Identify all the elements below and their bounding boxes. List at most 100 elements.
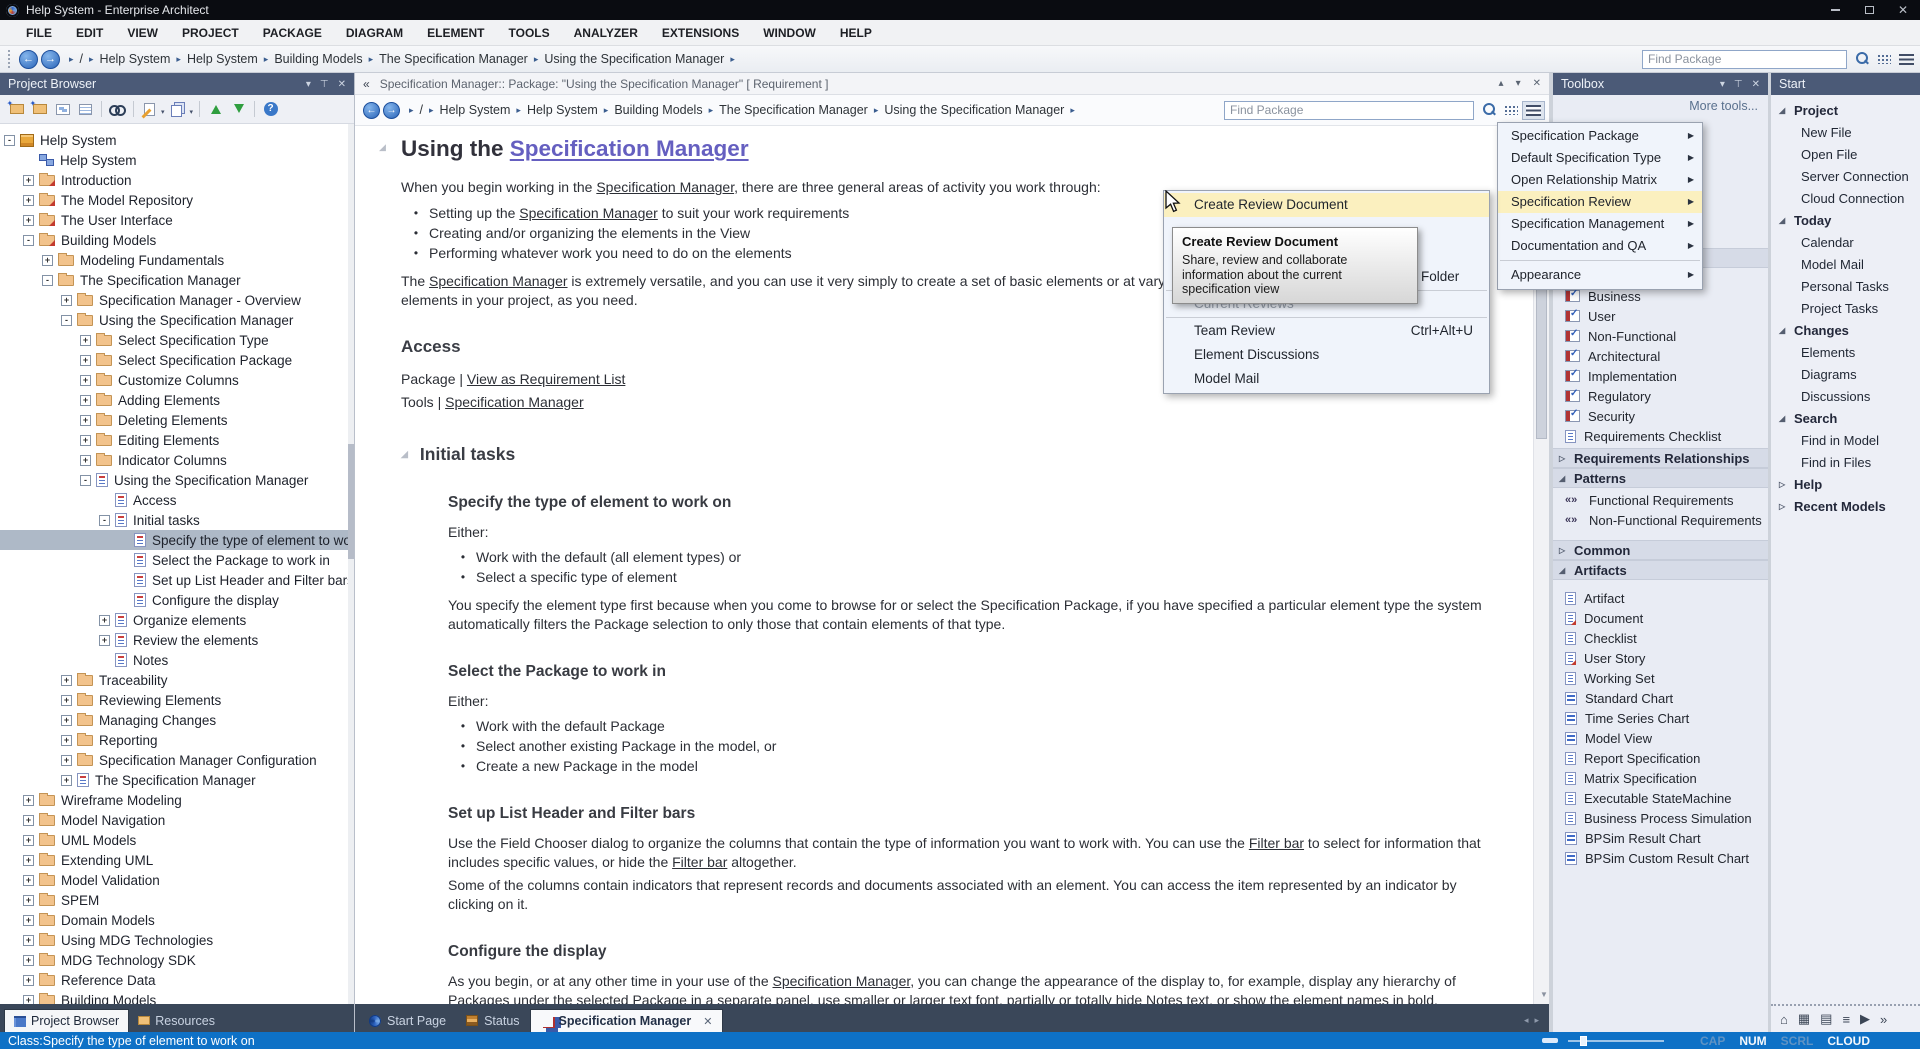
back-button[interactable]: ← — [19, 50, 38, 69]
chevron-down-icon[interactable]: ▾ — [190, 108, 194, 116]
start-item-cloud-connection[interactable]: Cloud Connection — [1771, 187, 1920, 209]
hamburger-menu-icon[interactable] — [1526, 105, 1541, 116]
collapse-caret-icon[interactable]: ◢ — [401, 449, 408, 459]
menu-help[interactable]: HELP — [828, 20, 884, 46]
expand-icon[interactable]: + — [23, 975, 34, 986]
breadcrumb-item-the-specification-manager[interactable]: The Specification Manager — [719, 103, 868, 117]
panel-close-icon[interactable]: ✕ — [1752, 79, 1760, 90]
collapse-caret-icon[interactable]: ◢ — [379, 142, 386, 153]
tab-start-page[interactable]: Start Page — [359, 1009, 456, 1032]
tree-item-managing-changes[interactable]: +Managing Changes — [0, 710, 354, 730]
expand-icon[interactable]: + — [23, 935, 34, 946]
forward-button[interactable]: → — [41, 50, 60, 69]
tree-item-indicator-columns[interactable]: +Indicator Columns — [0, 450, 354, 470]
move-up-icon[interactable] — [204, 99, 227, 120]
tree-item-traceability[interactable]: +Traceability — [0, 670, 354, 690]
tree-item-the-specification-manager[interactable]: +The Specification Manager — [0, 770, 354, 790]
new-diagram-icon[interactable] — [51, 99, 74, 120]
tree-item-the-specification-manager[interactable]: -The Specification Manager — [0, 270, 354, 290]
tree-item-building-models[interactable]: -Building Models — [0, 230, 354, 250]
toolbox-item-time-series-chart[interactable]: Time Series Chart — [1553, 708, 1768, 728]
start-section-recent-models[interactable]: ▷Recent Models — [1771, 495, 1920, 517]
expand-icon[interactable]: + — [61, 295, 72, 306]
expand-icon[interactable]: + — [23, 195, 34, 206]
toolbox-item-bpsim-custom-result-chart[interactable]: BPSim Custom Result Chart — [1553, 848, 1768, 868]
expand-icon[interactable]: + — [61, 775, 72, 786]
toolbox-item-model-view[interactable]: Model View — [1553, 728, 1768, 748]
start-section-help[interactable]: ▷Help — [1771, 473, 1920, 495]
tree-item-reference-data[interactable]: +Reference Data — [0, 970, 354, 990]
expand-icon[interactable]: + — [80, 375, 91, 386]
menu-edit[interactable]: EDIT — [64, 20, 115, 46]
toolbox-section-requirements-relationships[interactable]: ▷Requirements Relationships — [1553, 448, 1768, 468]
doc-link[interactable]: Specification Manager — [445, 394, 584, 410]
expand-icon[interactable]: + — [61, 715, 72, 726]
find-in-project-browser-icon[interactable] — [106, 99, 129, 120]
start-item-find-in-files[interactable]: Find in Files — [1771, 451, 1920, 473]
expand-icon[interactable]: + — [80, 435, 91, 446]
menu-item-specification-management[interactable]: Specification Management▶ — [1498, 213, 1702, 235]
breadcrumb-item-building-models[interactable]: Building Models — [274, 52, 362, 66]
tree-item-mdg-technology-sdk[interactable]: +MDG Technology SDK — [0, 950, 354, 970]
move-down-icon[interactable] — [227, 99, 250, 120]
expand-icon[interactable]: + — [61, 735, 72, 746]
toolbox-item-report-specification[interactable]: Report Specification — [1553, 748, 1768, 768]
project-browser-scrollbar[interactable] — [348, 124, 354, 1004]
toolbox-item-requirements-checklist[interactable]: Requirements Checklist — [1553, 426, 1768, 446]
start-item-open-file[interactable]: Open File — [1771, 143, 1920, 165]
toolbox-item-implementation[interactable]: Implementation — [1553, 366, 1768, 386]
toolbox-item-user-story[interactable]: User Story — [1553, 648, 1768, 668]
expand-icon[interactable]: + — [23, 955, 34, 966]
tree-item-introduction[interactable]: +Introduction — [0, 170, 354, 190]
expand-icon[interactable]: + — [23, 175, 34, 186]
tree-item-specification-manager-configuration[interactable]: +Specification Manager Configuration — [0, 750, 354, 770]
toolbox-item-non-functional-requirements[interactable]: «»Non-Functional Requirements — [1553, 510, 1768, 530]
start-item-server-connection[interactable]: Server Connection — [1771, 165, 1920, 187]
expand-icon[interactable]: + — [99, 615, 110, 626]
toolbox-item-checklist[interactable]: Checklist — [1553, 628, 1768, 648]
tree-item-using-mdg-technologies[interactable]: +Using MDG Technologies — [0, 930, 354, 950]
panel-close-icon[interactable]: ✕ — [338, 79, 346, 90]
toolbox-item-document[interactable]: Document — [1553, 608, 1768, 628]
collapse-icon[interactable]: - — [61, 315, 72, 326]
panel-menu-icon[interactable]: ▾ — [1720, 79, 1725, 90]
list-options-icon[interactable] — [1504, 105, 1518, 115]
breadcrumb-item-help-system[interactable]: Help System — [187, 52, 258, 66]
breadcrumb-item-help-system[interactable]: Help System — [440, 103, 511, 117]
expand-icon[interactable]: + — [80, 395, 91, 406]
tree-item-reporting[interactable]: +Reporting — [0, 730, 354, 750]
toolbox-section-patterns[interactable]: ◢Patterns — [1553, 468, 1768, 488]
toolbox-item-user[interactable]: User — [1553, 306, 1768, 326]
menu-item-element-discussions[interactable]: Element Discussions — [1164, 343, 1489, 367]
expand-icon[interactable]: + — [23, 855, 34, 866]
tree-item-review-the-elements[interactable]: +Review the elements — [0, 630, 354, 650]
menu-extensions[interactable]: EXTENSIONS — [650, 20, 751, 46]
doc-link[interactable]: Specification Manager — [429, 273, 568, 289]
menu-item-specification-review[interactable]: Specification Review▶ — [1498, 191, 1702, 213]
start-section-today[interactable]: ◢Today — [1771, 209, 1920, 231]
tree-item-notes[interactable]: Notes — [0, 650, 354, 670]
toolbox-item-artifact[interactable]: Artifact — [1553, 588, 1768, 608]
breadcrumb-root[interactable]: / — [420, 103, 423, 117]
collapse-icon[interactable]: - — [4, 135, 15, 146]
expand-icon[interactable]: + — [23, 835, 34, 846]
tree-item-the-model-repository[interactable]: +The Model Repository — [0, 190, 354, 210]
breadcrumb-item-using-the-specification-manager[interactable]: Using the Specification Manager — [884, 103, 1064, 117]
tree-item-using-the-specification-manager[interactable]: -Using the Specification Manager — [0, 310, 354, 330]
tree-item-set-up-list-header-and-filter-bars[interactable]: Set up List Header and Filter bars — [0, 570, 354, 590]
toolbox-item-functional-requirements[interactable]: «»Functional Requirements — [1553, 490, 1768, 510]
expand-icon[interactable]: + — [23, 215, 34, 226]
menu-item-appearance[interactable]: Appearance▶ — [1498, 264, 1702, 286]
expand-icon[interactable]: + — [23, 895, 34, 906]
expand-icon[interactable]: + — [42, 255, 53, 266]
rows-icon[interactable]: ▤ — [1820, 1011, 1832, 1027]
play-icon[interactable]: ▶ — [1860, 1011, 1870, 1027]
start-item-personal-tasks[interactable]: Personal Tasks — [1771, 275, 1920, 297]
toolbox-item-regulatory[interactable]: Regulatory — [1553, 386, 1768, 406]
help-icon[interactable]: ? — [259, 99, 282, 120]
tree-item-editing-elements[interactable]: +Editing Elements — [0, 430, 354, 450]
tree-item-select-specification-package[interactable]: +Select Specification Package — [0, 350, 354, 370]
tab-close-icon[interactable]: ✕ — [703, 1015, 712, 1028]
new-model-icon[interactable] — [5, 99, 28, 120]
find-package-input[interactable] — [1224, 101, 1474, 120]
